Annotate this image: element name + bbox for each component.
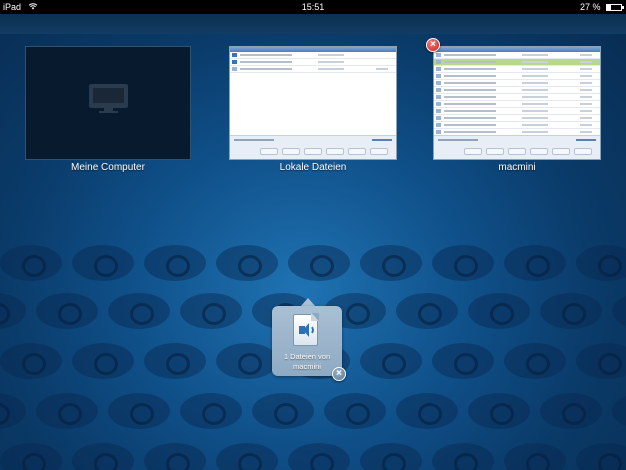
pattern-shape <box>396 393 458 429</box>
pattern-shape <box>216 245 278 281</box>
pattern-shape <box>72 443 134 470</box>
pattern-shape <box>252 393 314 429</box>
pattern-shape <box>72 245 134 281</box>
pattern-shape <box>144 343 206 379</box>
pattern-shape <box>432 343 494 379</box>
pattern-shape <box>612 293 626 329</box>
popup-label: 1 Dateien von macmini <box>272 352 342 372</box>
top-band <box>0 14 626 34</box>
pattern-shape <box>360 343 422 379</box>
pattern-shape <box>180 293 242 329</box>
list-item <box>434 80 600 87</box>
list-item <box>434 101 600 108</box>
pattern-shape <box>180 393 242 429</box>
pattern-shape <box>0 245 62 281</box>
list-item <box>230 59 396 66</box>
pattern-shape <box>36 293 98 329</box>
pattern-shape <box>108 293 170 329</box>
thumbnail-label-meine-computer: Meine Computer <box>71 162 145 173</box>
list-item <box>434 59 600 66</box>
pattern-shape <box>540 293 602 329</box>
pattern-shape <box>504 443 566 470</box>
thumbnail-label-macmini: macmini <box>498 162 536 173</box>
monitor-icon <box>89 84 128 114</box>
list-item <box>434 52 600 59</box>
pattern-shape <box>576 443 626 470</box>
pattern-shape <box>0 293 26 329</box>
close-icon[interactable]: × <box>426 38 440 52</box>
pattern-shape <box>144 245 206 281</box>
pattern-shape <box>468 293 530 329</box>
popup-label-line1: 1 Dateien von <box>283 352 331 361</box>
pattern-shape <box>576 343 626 379</box>
pattern-shape <box>72 343 134 379</box>
pattern-shape <box>0 443 62 470</box>
download-popup[interactable]: 1 Dateien von macmini <box>272 306 342 376</box>
list-item <box>230 52 396 59</box>
pattern-shape <box>432 443 494 470</box>
list-item <box>434 122 600 129</box>
list-item <box>434 87 600 94</box>
pattern-shape <box>36 393 98 429</box>
pattern-shape <box>432 245 494 281</box>
list-item <box>434 108 600 115</box>
thumbnail-meine-computer[interactable] <box>25 46 191 160</box>
thumbnail-toolbar <box>230 135 396 159</box>
pattern-shape <box>108 393 170 429</box>
pattern-shape <box>216 443 278 470</box>
pattern-shape <box>504 343 566 379</box>
pattern-shape <box>144 443 206 470</box>
thumbnail-macmini[interactable] <box>433 46 601 160</box>
list-item <box>434 94 600 101</box>
close-icon[interactable]: × <box>332 367 346 381</box>
list-item <box>230 66 396 73</box>
pattern-shape <box>360 245 422 281</box>
pattern-shape <box>288 443 350 470</box>
battery-icon <box>606 4 624 11</box>
pattern-shape <box>504 245 566 281</box>
pattern-shape <box>0 343 62 379</box>
battery-percentage: 27 % <box>579 2 601 12</box>
pattern-shape <box>288 245 350 281</box>
clock: 15:51 <box>301 2 325 12</box>
status-bar-right: 27 % <box>579 0 624 14</box>
thumbnail-label-lokale-dateien: Lokale Dateien <box>279 162 347 173</box>
pattern-shape <box>216 343 278 379</box>
popup-label-line2: macmini <box>293 362 321 371</box>
list-item <box>434 73 600 80</box>
pattern-shape <box>576 245 626 281</box>
pattern-shape <box>612 393 626 429</box>
pattern-shape <box>540 393 602 429</box>
audio-file-icon <box>293 313 319 346</box>
thumbnail-lokale-dateien[interactable] <box>229 46 397 160</box>
pattern-shape <box>396 293 458 329</box>
pattern-shape <box>324 393 386 429</box>
list-item <box>434 66 600 73</box>
list-item <box>434 115 600 122</box>
status-bar: iPad 15:51 27 % <box>0 0 626 14</box>
pattern-shape <box>468 393 530 429</box>
pattern-shape <box>0 393 26 429</box>
pattern-shape <box>360 443 422 470</box>
thumbnail-toolbar <box>434 135 600 159</box>
